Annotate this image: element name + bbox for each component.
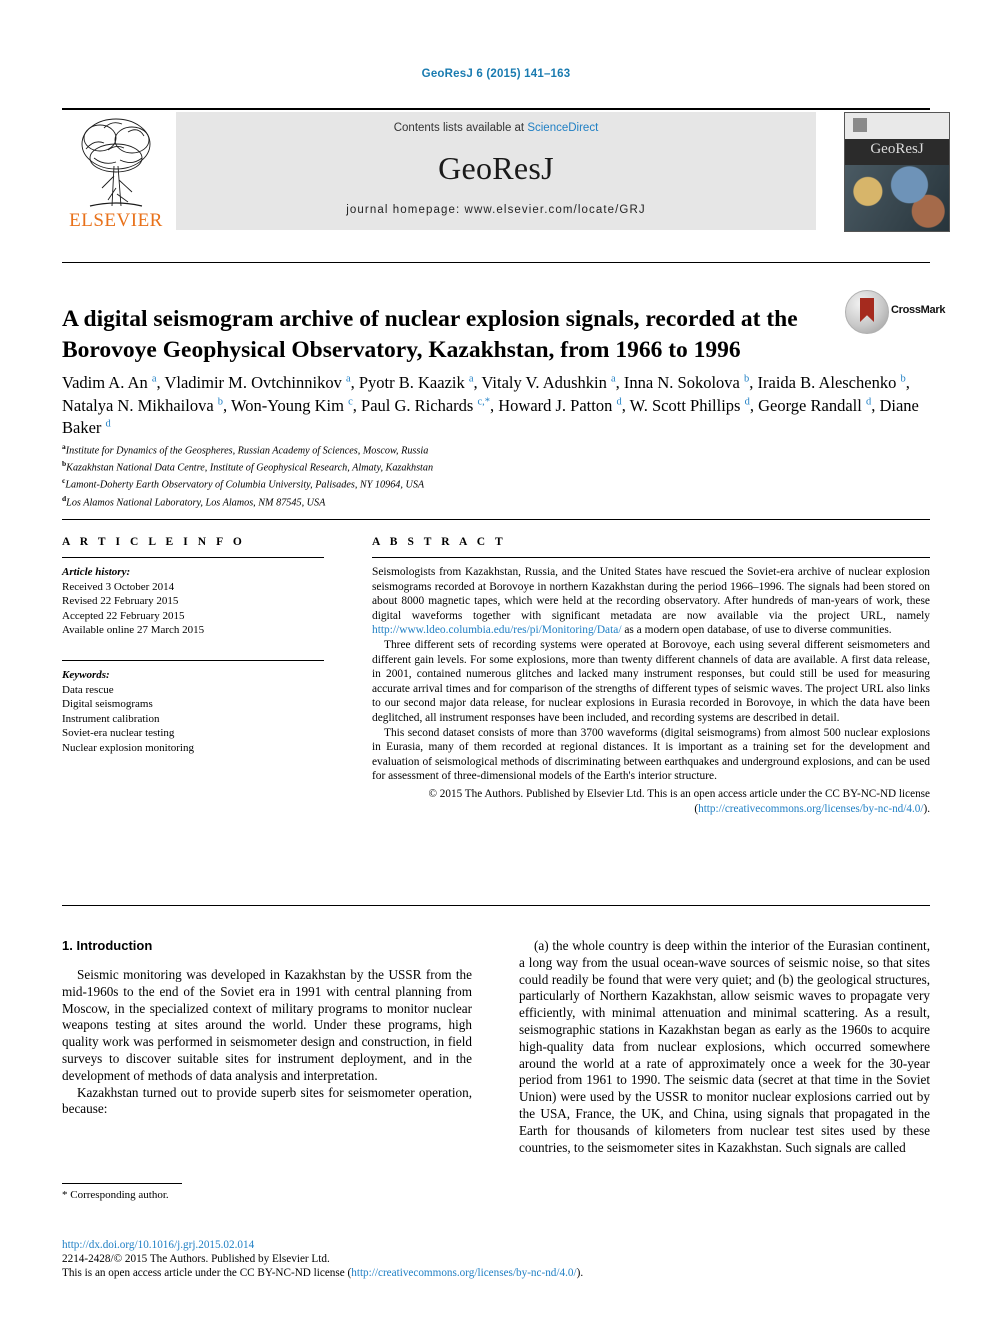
contents-line: Contents lists available at ScienceDirec… <box>176 122 816 134</box>
elsevier-tree-icon <box>81 118 151 207</box>
elsevier-logo: ELSEVIER <box>62 112 170 236</box>
history-item: Received 3 October 2014 <box>62 580 175 593</box>
keywords-block: Keywords: Data rescue Digital seismogram… <box>62 668 324 756</box>
abstract-heading: A B S T R A C T <box>372 536 507 548</box>
abstract-paragraph-3: This second dataset consists of more tha… <box>372 726 930 783</box>
crossmark-icon <box>845 290 889 334</box>
license-prefix: This is an open access article under the… <box>62 1267 352 1280</box>
author-list: Vadim A. An a, Vladimir M. Ovtchinnikov … <box>62 373 919 437</box>
elsevier-wordmark: ELSEVIER <box>69 210 163 231</box>
intro-paragraph-2: Kazakhstan turned out to provide superb … <box>62 1084 472 1117</box>
crossmark-label: CrossMark <box>891 304 946 316</box>
cover-journal-title: GeoResJ <box>870 141 924 157</box>
abstract-copyright: © 2015 The Authors. Published by Elsevie… <box>372 787 931 816</box>
project-url-link[interactable]: http://www.ldeo.columbia.edu/res/pi/Moni… <box>372 624 622 636</box>
affiliation-item: dLos Alamos National Laboratory, Los Ala… <box>62 493 326 508</box>
copyright-text: © 2015 The Authors. Published by Elsevie… <box>428 787 931 800</box>
history-item: Revised 22 February 2015 <box>62 595 179 608</box>
contents-prefix: Contents lists available at <box>393 122 528 134</box>
sciencedirect-link[interactable]: ScienceDirect <box>527 122 598 134</box>
page-title: A digital seismogram archive of nuclear … <box>62 305 798 363</box>
intro-paragraph-3: (a) the whole country is deep within the… <box>519 938 930 1155</box>
article-info-column: A R T I C L E I N F O Article history: R… <box>62 536 324 756</box>
keyword-item: Digital seismograms <box>62 698 153 711</box>
doi-link[interactable]: http://dx.doi.org/10.1016/j.grj.2015.02.… <box>62 1239 254 1251</box>
license-line: This is an open access article under the… <box>62 1266 930 1280</box>
article-info-heading: A R T I C L E I N F O <box>62 536 246 548</box>
affiliation-mark: a <box>62 442 66 451</box>
masthead-top-rule <box>62 108 930 110</box>
license-link[interactable]: http://creativecommons.org/licenses/by-n… <box>698 803 923 815</box>
cover-header-strip <box>845 113 949 139</box>
abstract-paragraph-1: Seismologists from Kazakhstan, Russia, a… <box>372 565 930 638</box>
paper-page: GeoResJ 6 (2015) 141–163 ELSEVIER Conten… <box>0 0 992 1323</box>
abstract-p1-text-a: Seismologists from Kazakhstan, Russia, a… <box>372 566 930 622</box>
journal-masthead: ELSEVIER Contents lists available at Sci… <box>62 112 950 236</box>
affiliation-item: bKazakhstan National Data Centre, Instit… <box>62 459 434 474</box>
affiliation-item: cLamont-Doherty Earth Observatory of Col… <box>62 476 425 491</box>
corresponding-author-note: * Corresponding author. <box>62 1188 482 1202</box>
keywords-rule <box>62 659 324 661</box>
keyword-item: Data rescue <box>62 683 114 696</box>
article-history-label: Article history: <box>62 566 131 578</box>
affiliation-mark: c <box>62 476 66 486</box>
affiliation-mark: d <box>62 493 67 503</box>
affiliation-item: aInstitute for Dynamics of the Geosphere… <box>62 442 429 457</box>
abstract-paragraph-2: Three different sets of recording system… <box>372 638 930 724</box>
crossmark-ribbon-icon <box>860 298 874 322</box>
abstract-p1-text-b: as a modern open database, of use to div… <box>621 624 892 637</box>
keyword-item: Nuclear explosion monitoring <box>62 741 194 754</box>
history-item: Accepted 22 February 2015 <box>62 609 185 622</box>
body-column-right: (a) the whole country is deep within the… <box>519 938 930 1156</box>
crossmark-badge[interactable]: CrossMark <box>845 290 945 334</box>
running-head: GeoResJ 6 (2015) 141–163 <box>421 68 571 80</box>
abstract-panel-bottom-rule <box>62 905 930 906</box>
keywords-label: Keywords: <box>62 668 110 681</box>
journal-cover-thumbnail: GeoResJ <box>844 112 950 232</box>
title-separator-rule <box>62 262 930 263</box>
article-history-list: Received 3 October 2014 Revised 22 Febru… <box>62 580 324 638</box>
abstract-column: A B S T R A C T Seismologists from Kazak… <box>372 536 930 816</box>
keyword-item: Soviet-era nuclear testing <box>62 727 175 740</box>
abstract-rule <box>372 557 930 558</box>
page-footer: http://dx.doi.org/10.1016/j.grj.2015.02.… <box>62 1238 930 1281</box>
journal-band: Contents lists available at ScienceDirec… <box>176 112 816 230</box>
article-info-rule <box>62 557 324 558</box>
license-suffix: ). <box>576 1267 584 1280</box>
section-heading-introduction: 1. Introduction <box>62 938 153 953</box>
footnote-rule <box>62 1183 182 1184</box>
affiliation-list: aInstitute for Dynamics of the Geosphere… <box>62 441 662 510</box>
affiliation-mark: b <box>62 459 67 469</box>
body-column-left: 1. Introduction Seismic monitoring was d… <box>62 938 472 1118</box>
journal-title: GeoResJ <box>438 150 554 186</box>
intro-paragraph-1: Seismic monitoring was developed in Kaza… <box>62 967 472 1083</box>
journal-homepage[interactable]: journal homepage: www.elsevier.com/locat… <box>176 204 816 216</box>
corresponding-author-mark: * <box>62 1189 68 1201</box>
corresponding-author-text: Corresponding author. <box>70 1189 169 1201</box>
history-item: Available online 27 March 2015 <box>62 624 205 637</box>
issn-line: 2214-2428/© 2015 The Authors. Published … <box>62 1253 330 1266</box>
copyright-paren-close: ). <box>923 802 930 815</box>
doi-line[interactable]: http://dx.doi.org/10.1016/j.grj.2015.02.… <box>62 1238 930 1252</box>
cover-publisher-mark <box>853 118 867 132</box>
cover-artwork <box>845 165 949 231</box>
abstract-panel-top-rule <box>62 519 930 520</box>
footer-license-link[interactable]: http://creativecommons.org/licenses/by-n… <box>351 1267 576 1279</box>
keyword-item: Instrument calibration <box>62 712 160 725</box>
